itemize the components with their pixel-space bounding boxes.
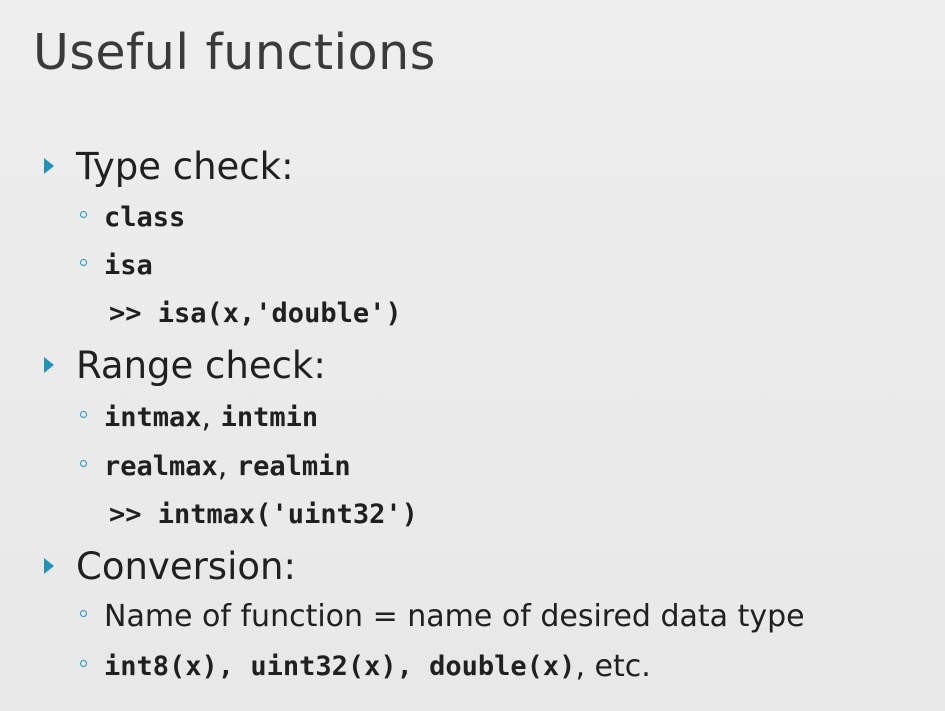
bullet-type-check: Type check: (44, 141, 294, 191)
bullet-heading: Conversion: (76, 544, 296, 588)
sub-bullet-class: class (80, 197, 185, 237)
bullet-heading: Range check: (76, 343, 326, 387)
sub-bullet-isa: isa (80, 245, 153, 285)
separator: , (217, 650, 251, 682)
triangle-bullet-icon (44, 357, 54, 373)
slide: Useful functions Type check: class isa >… (0, 0, 945, 711)
separator: , (396, 650, 430, 682)
code-example-intmax: >> intmax('uint32') (109, 494, 418, 534)
sub-bullet-realmax: realmax, realmin (80, 446, 351, 486)
circle-bullet-icon (80, 258, 87, 266)
plain-text: Name of function = name of desired data … (104, 598, 805, 634)
circle-bullet-icon (80, 459, 87, 467)
code-example: >> isa(x,'double') (109, 297, 402, 329)
slide-title: Useful functions (33, 24, 436, 81)
bullet-heading: Type check: (76, 144, 294, 188)
bullet-conversion: Conversion: (44, 541, 296, 591)
circle-bullet-icon (80, 410, 87, 418)
separator: , (217, 448, 237, 484)
code-text: realmin (236, 450, 351, 482)
code-text: double(x) (429, 650, 576, 682)
circle-bullet-icon (80, 210, 87, 218)
bullet-range-check: Range check: (44, 340, 326, 390)
code-text: uint32(x) (250, 650, 397, 682)
code-text: class (104, 201, 186, 233)
triangle-bullet-icon (44, 158, 54, 174)
code-text: int8(x) (104, 650, 218, 682)
tail-text: , etc. (575, 648, 651, 684)
code-text: intmin (220, 401, 319, 433)
separator: , (201, 399, 221, 435)
circle-bullet-icon (80, 659, 87, 667)
sub-bullet-name-of-function: Name of function = name of desired data … (80, 596, 805, 636)
code-text: realmax (104, 450, 218, 482)
code-example-isa: >> isa(x,'double') (109, 293, 402, 333)
code-text: isa (104, 249, 153, 281)
sub-bullet-conversion-examples: int8(x), uint32(x), double(x), etc. (80, 646, 651, 686)
circle-bullet-icon (80, 609, 87, 617)
code-example: >> intmax('uint32') (109, 498, 418, 530)
sub-bullet-intmax: intmax, intmin (80, 397, 318, 437)
triangle-bullet-icon (44, 558, 54, 574)
code-text: intmax (104, 401, 202, 433)
